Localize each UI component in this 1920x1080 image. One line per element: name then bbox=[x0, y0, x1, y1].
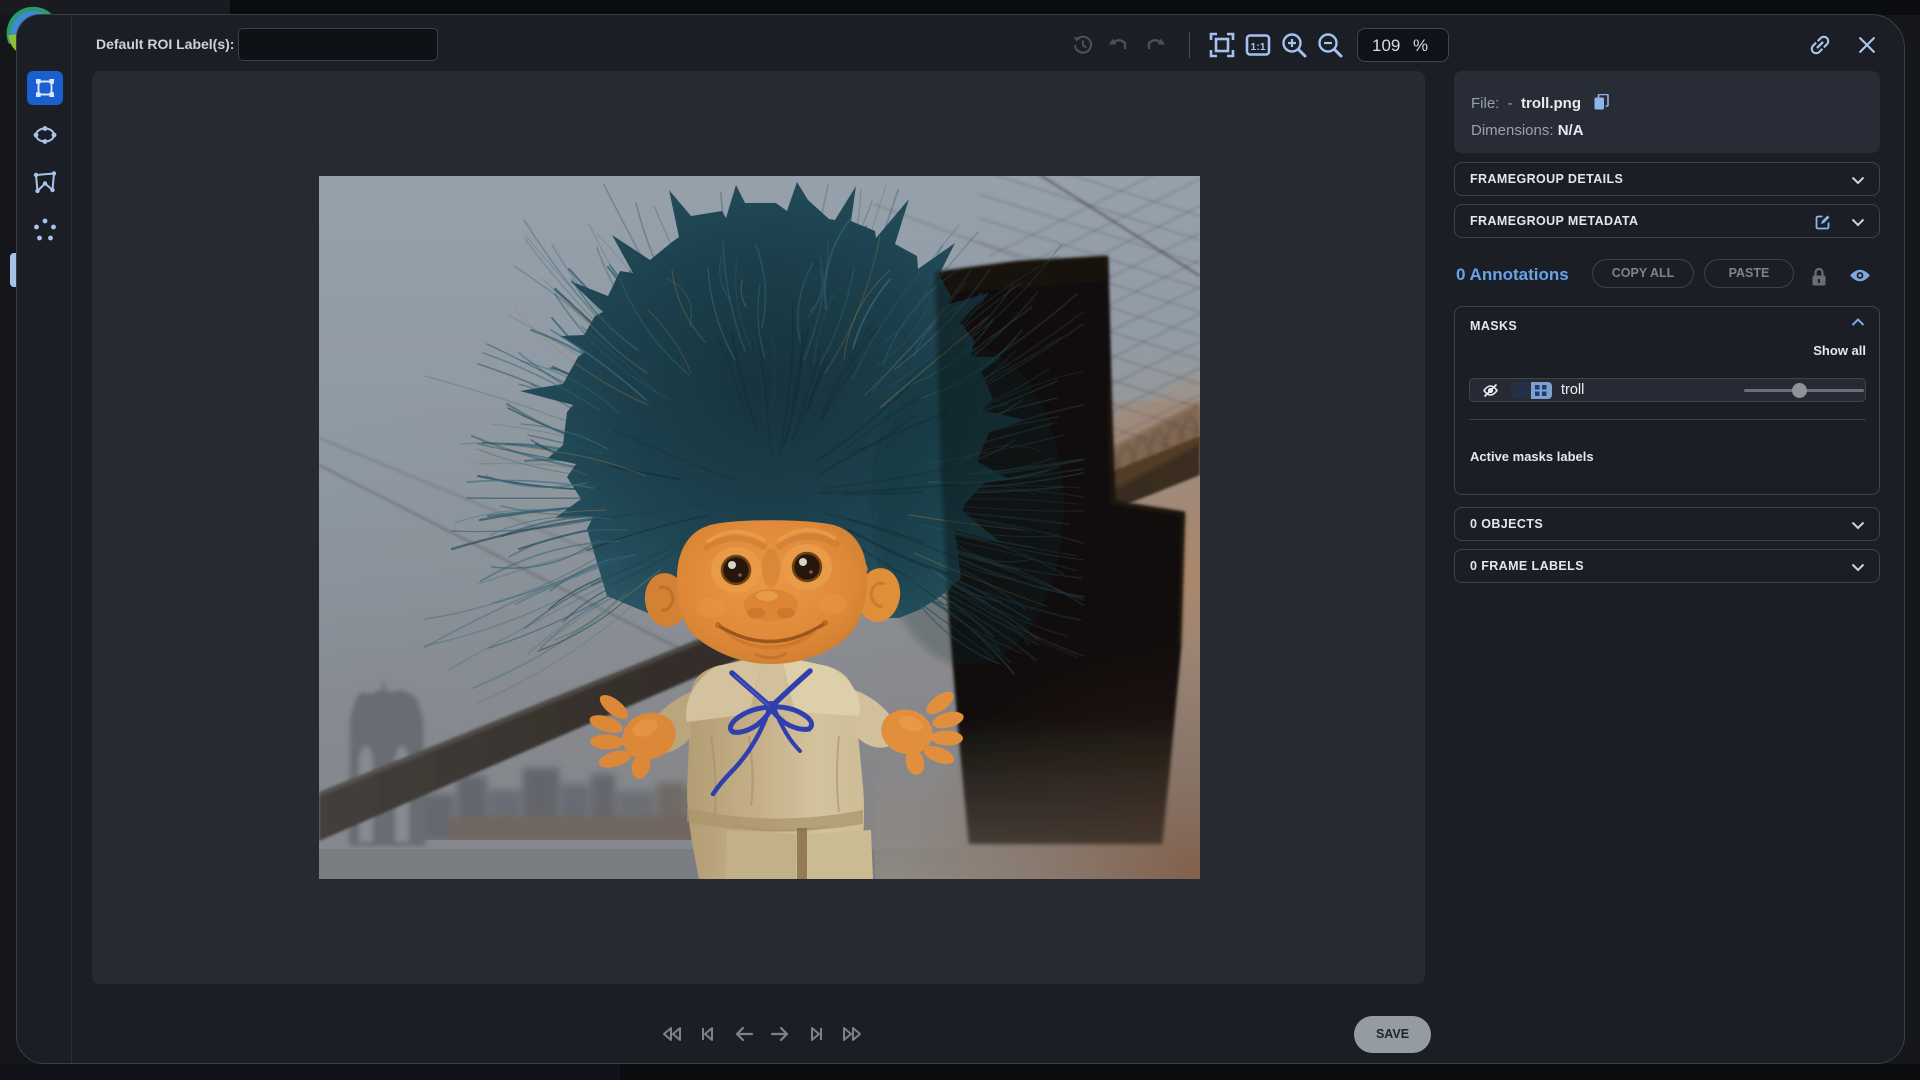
svg-text:1:1: 1:1 bbox=[1250, 41, 1265, 53]
